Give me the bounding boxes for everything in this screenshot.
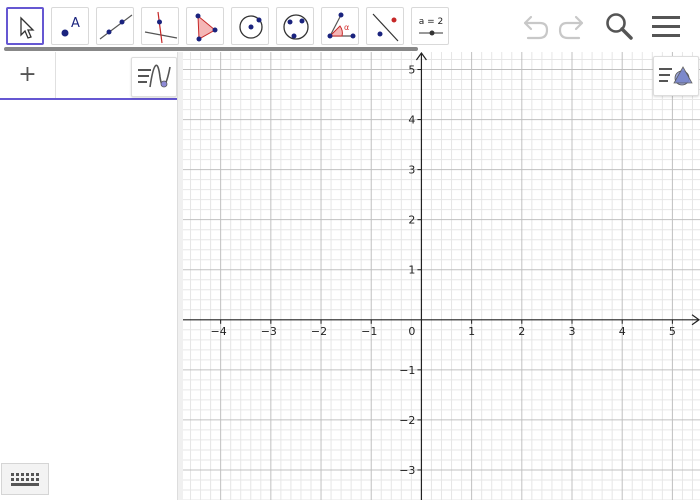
angle-icon: α xyxy=(327,12,356,39)
perpendicular-tool-button[interactable] xyxy=(141,7,179,45)
circle-center-tool-button[interactable] xyxy=(231,7,269,45)
search-icon xyxy=(606,13,633,40)
circle-three-points-tool-button[interactable] xyxy=(276,7,314,45)
x-tick-label: −1 xyxy=(361,325,377,338)
move-tool-button[interactable] xyxy=(6,7,44,45)
y-tick-label: 4 xyxy=(408,114,415,127)
coordinate-plane: −4 −3 −2 −1 1 2 3 4 5 −3 −2 −1 1 2 3 4 5 0 xyxy=(183,52,700,500)
polygon-icon xyxy=(195,13,218,42)
y-tick-label: −3 xyxy=(399,464,415,477)
redo-button[interactable] xyxy=(553,8,591,46)
y-tick-label: −1 xyxy=(399,364,415,377)
point-tool-button[interactable]: A xyxy=(51,7,89,45)
search-button[interactable] xyxy=(600,8,638,46)
x-tick-label: −4 xyxy=(211,325,227,338)
algebra-style-bar-button[interactable] xyxy=(131,57,177,97)
y-tick-label: 2 xyxy=(408,214,415,227)
add-button[interactable]: + xyxy=(0,52,56,98)
x-tick-label: 3 xyxy=(569,325,576,338)
undo-button[interactable] xyxy=(516,8,554,46)
graphics-view[interactable]: −4 −3 −2 −1 1 2 3 4 5 −3 −2 −1 1 2 3 4 5 0 xyxy=(183,52,700,500)
keyboard-icon xyxy=(11,473,39,486)
angle-tool-button[interactable]: α xyxy=(321,7,359,45)
circle-three-points-icon xyxy=(283,14,309,40)
reflect-icon xyxy=(372,13,399,42)
y-tick-label: 3 xyxy=(408,164,415,177)
angle-tool-label: α xyxy=(344,23,349,32)
x-tick-label: 2 xyxy=(518,325,525,338)
graphics-style-icon xyxy=(659,66,693,86)
cursor-arrow-icon xyxy=(20,16,35,39)
y-tick-label: −2 xyxy=(399,414,415,427)
y-tick-label: 1 xyxy=(408,264,415,277)
perpendicular-line-icon xyxy=(144,11,178,44)
x-tick-label: 4 xyxy=(619,325,626,338)
x-tick-label: −3 xyxy=(261,325,277,338)
redo-icon xyxy=(558,15,584,40)
menu-icon xyxy=(652,16,680,37)
circle-center-icon xyxy=(239,15,263,39)
keyboard-button[interactable] xyxy=(1,463,49,495)
toolbar: A α a = 2 xyxy=(0,0,700,52)
slider-tool-button[interactable]: a = 2 xyxy=(411,7,449,45)
line-icon xyxy=(99,14,133,40)
graphics-style-bar-button[interactable] xyxy=(653,56,699,96)
algebra-view: + xyxy=(0,52,177,500)
slider-icon: a = 2 xyxy=(419,17,444,36)
algebra-style-icon xyxy=(138,64,171,88)
undo-icon xyxy=(523,15,549,40)
x-tick-label: 5 xyxy=(669,325,676,338)
reflect-tool-button[interactable] xyxy=(366,7,404,45)
x-tick-label: −2 xyxy=(311,325,327,338)
polygon-tool-button[interactable] xyxy=(186,7,224,45)
toolbar-scrollbar[interactable] xyxy=(4,47,418,51)
line-tool-button[interactable] xyxy=(96,7,134,45)
point-tool-label: A xyxy=(71,16,80,31)
point-icon: A xyxy=(61,16,80,37)
origin-label: 0 xyxy=(408,325,415,338)
menu-button[interactable] xyxy=(647,8,685,46)
y-tick-label: 5 xyxy=(408,64,415,77)
slider-tool-label: a = 2 xyxy=(419,17,444,27)
x-tick-label: 1 xyxy=(468,325,475,338)
